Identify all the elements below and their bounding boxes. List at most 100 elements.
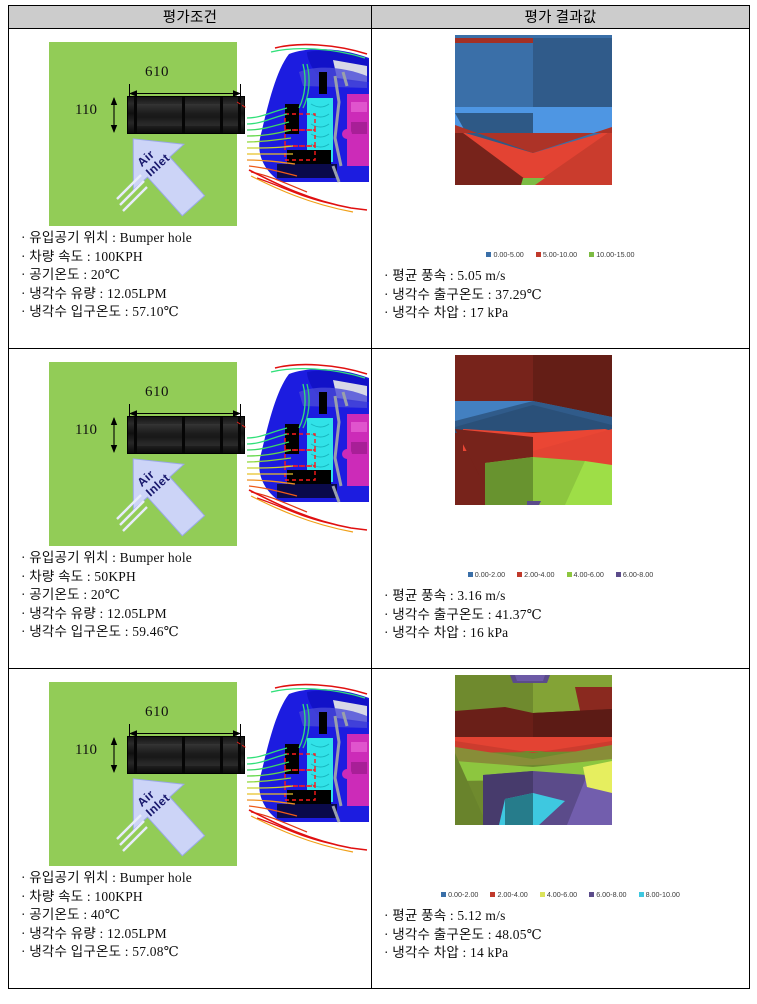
contour-legend: 0.00-5.00 5.00-10.00 10.00-15.00	[372, 250, 749, 259]
air-inlet-arrow-icon	[116, 138, 206, 217]
dimension-width-label: 610	[145, 704, 169, 720]
contour-legend: 0.00-2.00 2.00-4.00 4.00-6.00 6.00-8.00 8.00…	[372, 890, 749, 899]
legend-swatch-icon	[486, 252, 492, 257]
dimension-height-label: 110	[75, 102, 97, 118]
legend-swatch-icon	[589, 252, 595, 257]
legend-swatch-icon	[535, 252, 541, 257]
condition-cell: 610 110 Air Inlet · 유입공기 위치: Bumper hol…	[8, 348, 372, 669]
condition-list: · 유입공기 위치 : Bumper hole · 차량 속도 : 50KPH · …	[21, 549, 192, 642]
legend-item: 6.00-8.00	[589, 890, 627, 899]
legend-swatch-icon	[638, 892, 644, 897]
velocity-contour-plot	[455, 35, 612, 185]
result-list: · 평균 풍속 : 5.12 m/s · 냉각수 출구온도 : 48.05℃ · 냉…	[384, 907, 542, 963]
legend-swatch-icon	[539, 892, 545, 897]
condition-diagram: 610 110 Air Inlet	[9, 349, 371, 546]
result-item: · 냉각수 출구온도 : 41.37℃	[384, 606, 542, 622]
table-body: 610 110 Air Inlet · 유입공기 위치: Bumper hol…	[8, 28, 750, 989]
result-item: · 냉각수 차압 : 16 kPa	[384, 625, 509, 640]
condition-item: · 공기온도 : 20℃	[21, 587, 121, 602]
legend-item: 0.00-5.00	[486, 250, 524, 259]
condenser-schematic-panel: 610 110 Air Inlet	[49, 42, 245, 226]
legend-item: 8.00-10.00	[638, 890, 680, 899]
condition-item: · 냉각수 유량 : 12.05LPM	[21, 605, 167, 621]
condition-item: · 유입공기 위치 : Bumper hole	[21, 230, 192, 245]
condition-diagram: 610 110 Air Inlet	[9, 29, 371, 226]
condition-item: · 차량 속도 : 50KPH	[21, 568, 136, 584]
condenser-schematic-panel: 610 110 Air Inlet	[49, 362, 245, 546]
legend-swatch-icon	[517, 572, 523, 577]
legend-label: 0.00-2.00	[474, 570, 506, 579]
condition-item: · 냉각수 유량 : 12.05LPM	[21, 285, 167, 301]
legend-item: 0.00-2.00	[441, 890, 478, 899]
legend-item: 10.00-15.00	[589, 250, 635, 259]
legend-item: 4.00-6.00	[566, 570, 604, 579]
legend-label: 6.00-8.00	[596, 890, 627, 899]
velocity-contour-plot	[455, 355, 612, 505]
result-item: · 냉각수 출구온도 : 48.05℃	[384, 926, 542, 942]
air-inlet-arrow-icon	[116, 778, 206, 857]
legend-swatch-icon	[490, 892, 496, 897]
result-item: · 냉각수 출구온도 : 37.29℃	[384, 286, 542, 302]
condenser-schematic-panel: 610 110 Air Inlet	[49, 682, 245, 866]
evaluation-table: 평가조건 평가 결과값 610 110 Air Inlet · 유입공기 위치 …	[8, 5, 750, 989]
condition-item: · 냉각수 입구온도 : 57.08℃	[21, 944, 179, 959]
legend-item: 2.00-4.00	[490, 890, 528, 899]
cfd-vehicle-section-image	[246, 682, 369, 866]
legend-item: 2.00-4.00	[517, 570, 555, 579]
condition-item: · 냉각수 입구온도 : 59.46℃	[21, 624, 179, 639]
legend-item: 5.00-10.00	[535, 250, 578, 259]
cfd-vehicle-section-image	[246, 362, 369, 546]
dimension-height-label: 110	[75, 742, 97, 758]
result-cell: 0.00-5.00 5.00-10.00 10.00-15.00 · 평균 풍속 :…	[371, 28, 750, 349]
condition-item: · 유입공기 위치 : Bumper hole	[21, 550, 192, 565]
legend-label: 4.00-6.00	[573, 570, 604, 579]
header-evaluation-conditions: 평가조건	[8, 5, 372, 29]
result-list: · 평균 풍속 : 5.05 m/s · 냉각수 출구온도 : 37.29℃ · 냉…	[384, 267, 542, 323]
dimension-height-label: 110	[75, 422, 97, 438]
legend-swatch-icon	[566, 572, 572, 577]
air-inlet-arrow-icon	[116, 458, 206, 537]
condition-cell: 610 110 Air Inlet · 유입공기 위치: Bumper hol…	[8, 28, 372, 349]
velocity-contour-plot	[455, 675, 612, 825]
condition-cell: 610 110 Air Inlet · 유입공기 위치: Bumper hol…	[8, 668, 372, 989]
condition-item: · 차량 속도 : 100KPH	[21, 888, 143, 904]
contour-legend: 0.00-2.00 2.00-4.00 4.00-6.00 6.00-8.00	[372, 570, 749, 579]
screenshot-root: 평가조건 평가 결과값 610 110 Air Inlet · 유입공기 위치 …	[0, 0, 757, 1004]
condition-list: · 유입공기 위치 : Bumper hole · 차량 속도 : 100KPH ·…	[21, 869, 192, 962]
table-row: 610 110 Air Inlet · 유입공기 위치: Bumper hol…	[8, 668, 750, 989]
condition-item: · 차량 속도 : 100KPH	[21, 248, 143, 264]
legend-label: 4.00-6.00	[546, 890, 578, 899]
dimension-width-label: 610	[145, 64, 169, 80]
condition-diagram: 610 110 Air Inlet	[9, 669, 371, 866]
legend-label: 8.00-10.00	[645, 890, 680, 899]
legend-label: 5.00-10.00	[542, 250, 578, 259]
result-item: · 평균 풍속 : 5.05 m/s	[384, 268, 506, 283]
legend-swatch-icon	[615, 572, 621, 577]
legend-item: 4.00-6.00	[539, 890, 578, 899]
result-item: · 평균 풍속 : 3.16 m/s	[384, 588, 506, 603]
condition-item: · 냉각수 유량 : 12.05LPM	[21, 925, 167, 941]
cfd-vehicle-section-image	[246, 42, 369, 226]
condition-item: · 유입공기 위치 : Bumper hole	[21, 870, 192, 885]
legend-label: 0.00-5.00	[493, 250, 524, 259]
result-cell: 0.00-2.00 2.00-4.00 4.00-6.00 6.00-8.00 · 평…	[371, 348, 750, 669]
legend-item: 0.00-2.00	[467, 570, 506, 579]
legend-label: 0.00-2.00	[448, 890, 479, 899]
table-row: 610 110 Air Inlet · 유입공기 위치: Bumper hol…	[8, 28, 750, 349]
result-item: · 평균 풍속 : 5.12 m/s	[384, 908, 506, 923]
condition-item: · 냉각수 입구온도 : 57.10℃	[21, 304, 179, 319]
condition-list: · 유입공기 위치 : Bumper hole · 차량 속도 : 100KPH ·…	[21, 229, 192, 322]
legend-item: 6.00-8.00	[615, 570, 654, 579]
legend-swatch-icon	[467, 572, 473, 577]
result-cell: 0.00-2.00 2.00-4.00 4.00-6.00 6.00-8.00 8.00…	[371, 668, 750, 989]
result-item: · 냉각수 차압 : 14 kPa	[384, 945, 509, 960]
result-item: · 냉각수 차압 : 17 kPa	[384, 305, 509, 320]
condition-item: · 공기온도 : 20℃	[21, 267, 121, 282]
condition-item: · 공기온도 : 40℃	[21, 907, 121, 922]
legend-swatch-icon	[441, 892, 447, 897]
legend-label: 10.00-15.00	[596, 250, 635, 259]
table-row: 610 110 Air Inlet · 유입공기 위치: Bumper hol…	[8, 348, 750, 669]
dimension-width-label: 610	[145, 384, 169, 400]
table-header-row: 평가조건 평가 결과값	[8, 5, 750, 29]
legend-label: 6.00-8.00	[622, 570, 654, 579]
